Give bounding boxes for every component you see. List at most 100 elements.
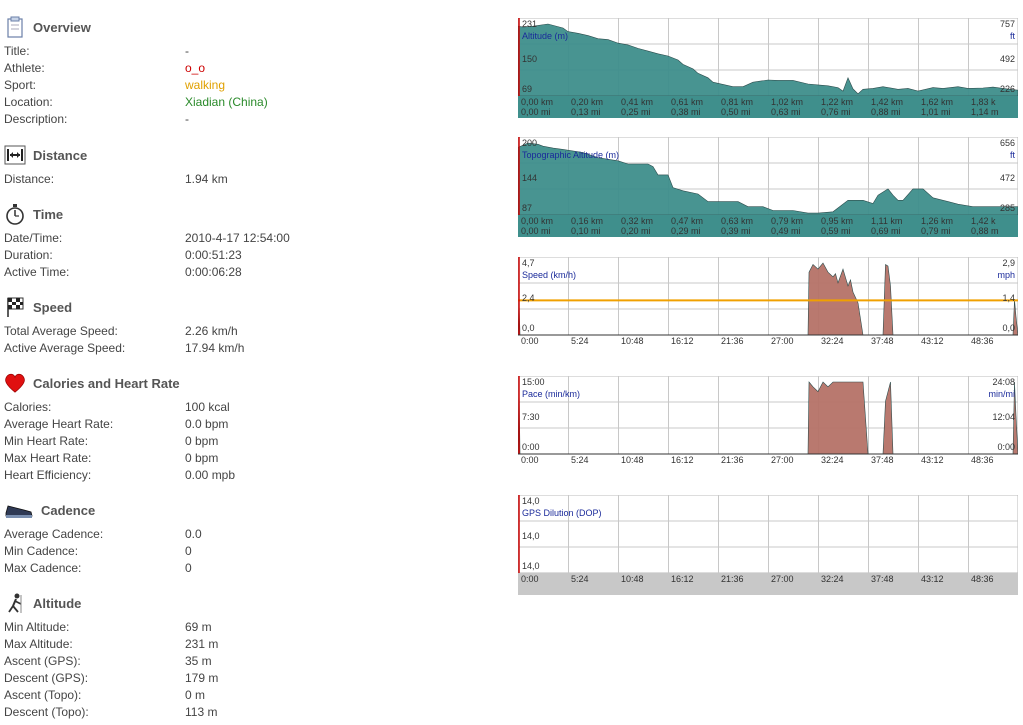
stat-value: 0.0 bpm	[185, 417, 229, 431]
clipboard-icon	[4, 16, 26, 38]
stat-value: Xiadian (China)	[185, 95, 268, 109]
x-tick-label: 10:48	[621, 574, 644, 584]
stat-row: Calories: 100 kcal	[4, 399, 504, 416]
x2-tick-label: 0,10 mi	[571, 226, 601, 236]
stat-label: Average Heart Rate:	[4, 417, 114, 431]
stat-value: 2.26 km/h	[185, 324, 238, 338]
stat-value: 0	[185, 544, 192, 558]
speed-svg: 4,7 2,4 0,0 2,9 1,4 0,0 mph Speed (km/h) 0:00 5:2…	[518, 257, 1018, 357]
stat-row: Location: Xiadian (China)	[4, 94, 504, 111]
x-tick-label: 21:36	[721, 574, 744, 584]
stat-row: Sport: walking	[4, 77, 504, 94]
section-header-distance: Distance	[4, 142, 87, 168]
gps-dop-chart: 14,0 14,0 14,0 GPS Dilution (DOP) 0:00 5:24 10…	[518, 495, 1018, 595]
section-title: Overview	[33, 19, 91, 35]
climber-icon	[4, 592, 26, 614]
altitude-svg: 23115069757492226ftAltitude (m)0,00 km 0,…	[518, 18, 1018, 118]
x2-tick-label: 0,88 m	[971, 226, 999, 236]
y2-tick-label: 24:08	[992, 377, 1015, 387]
topo-altitude-chart: 200 144 87 656 472 285 ft Topographic Altitude …	[518, 137, 1018, 237]
x2-tick-label: 0,63 mi	[771, 107, 801, 117]
stat-value: o_o	[185, 61, 206, 75]
x2-tick-label: 0,00 mi	[521, 226, 551, 236]
x-tick-label: 0,79 km	[771, 216, 803, 226]
y-tick-label: 231	[522, 19, 537, 29]
series-label: Speed (km/h)	[522, 270, 576, 280]
heart-icon	[4, 372, 26, 394]
checkered-flag-icon	[4, 296, 26, 318]
stat-label: Average Cadence:	[4, 527, 104, 541]
x-tick-label: 1,62 km	[921, 97, 953, 107]
x-tick-label: 32:24	[821, 574, 844, 584]
y2-tick-label: 0,0	[1002, 323, 1015, 333]
x-tick-label: 0,00 km	[521, 97, 553, 107]
x-tick-label: 0,61 km	[671, 97, 703, 107]
stat-row: Distance: 1.94 km	[4, 171, 504, 188]
x-tick-label: 5:24	[571, 455, 589, 465]
section-header-calories: Calories and Heart Rate	[4, 370, 180, 396]
y2-tick-label: 285	[1000, 203, 1015, 213]
stat-row: Title: -	[4, 43, 504, 60]
x-tick-label: 43:12	[921, 455, 944, 465]
stat-value: 179 m	[185, 671, 219, 685]
y2-tick-label: 656	[1000, 138, 1015, 148]
x-tick-label: 0,47 km	[671, 216, 703, 226]
stat-row: Descent (GPS): 179 m	[4, 670, 504, 687]
section-header-overview: Overview	[4, 14, 91, 40]
x-tick-label: 1,02 km	[771, 97, 803, 107]
x-tick-label: 37:48	[871, 336, 894, 346]
x2-tick-label: 0,39 mi	[721, 226, 751, 236]
section-title: Calories and Heart Rate	[33, 375, 180, 391]
y-tick-label: 87	[522, 203, 532, 213]
pace-svg: 15:00 7:30 0:00 24:08 12:04 0:00 min/mi Pace (m…	[518, 376, 1018, 476]
summary-panel: Overview Title: - Athlete: o_o Sport: walking L…	[0, 0, 510, 725]
x-tick-label: 37:48	[871, 455, 894, 465]
stat-value: 0:00:06:28	[185, 265, 242, 279]
y-tick-label: 7:30	[522, 412, 540, 422]
stat-row: Active Average Speed: 17.94 km/h	[4, 340, 504, 357]
stat-label: Ascent (Topo):	[4, 688, 82, 702]
x2-tick-label: 0,38 mi	[671, 107, 701, 117]
speed-chart: 4,7 2,4 0,0 2,9 1,4 0,0 mph Speed (km/h) 0:00 5:2…	[518, 257, 1018, 357]
x2-tick-label: 0,00 mi	[521, 107, 551, 117]
stat-label: Descent (GPS):	[4, 671, 89, 685]
stat-value: -	[185, 44, 189, 58]
y-tick-label: 15:00	[522, 377, 545, 387]
y2-tick-label: 2,9	[1002, 258, 1015, 268]
x-tick-label: 0,00 km	[521, 216, 553, 226]
stat-label: Descent (Topo):	[4, 705, 89, 719]
section-title: Altitude	[33, 595, 82, 611]
series-label: Topographic Altitude (m)	[522, 150, 619, 160]
topo-altitude-svg: 200 144 87 656 472 285 ft Topographic Altitude …	[518, 137, 1018, 237]
x-tick-label: 0,95 km	[821, 216, 853, 226]
altitude-chart: 231 150 69 757 492 226 ft Altitude (m) 0,00 km 0,…	[518, 18, 1018, 118]
y-tick-label: 69	[522, 84, 532, 94]
x2-tick-label: 0,25 mi	[621, 107, 651, 117]
y2-unit-label: ft	[1010, 31, 1016, 41]
stat-label: Min Cadence:	[4, 544, 79, 558]
section-title: Distance	[33, 147, 88, 163]
y-tick-label: 200	[522, 138, 537, 148]
x-tick-label: 5:24	[571, 574, 589, 584]
stat-label: Sport:	[4, 78, 37, 92]
x-tick-label: 1,83 k	[971, 97, 996, 107]
x-tick-label: 0:00	[521, 455, 539, 465]
section-title: Cadence	[41, 502, 96, 518]
section-header-cadence: Cadence	[4, 497, 95, 523]
x2-tick-label: 0,50 mi	[721, 107, 751, 117]
stat-value: 0 bpm	[185, 434, 219, 448]
stat-row: Descent (Topo): 113 m	[4, 704, 504, 721]
x-tick-label: 5:24	[571, 336, 589, 346]
stat-label: Min Heart Rate:	[4, 434, 89, 448]
y-tick-label: 2,4	[522, 293, 535, 303]
stopwatch-icon	[4, 203, 26, 225]
x-tick-label: 43:12	[921, 574, 944, 584]
section-header-time: Time	[4, 201, 63, 227]
stat-row: Athlete: o_o	[4, 60, 504, 77]
stat-label: Calories:	[4, 400, 52, 414]
x-tick-label: 10:48	[621, 336, 644, 346]
stat-row: Average Cadence: 0.0	[4, 526, 504, 543]
stat-row: Description: -	[4, 111, 504, 128]
stat-row: Date/Time: 2010-4-17 12:54:00	[4, 230, 504, 247]
stat-row: Duration: 0:00:51:23	[4, 247, 504, 264]
